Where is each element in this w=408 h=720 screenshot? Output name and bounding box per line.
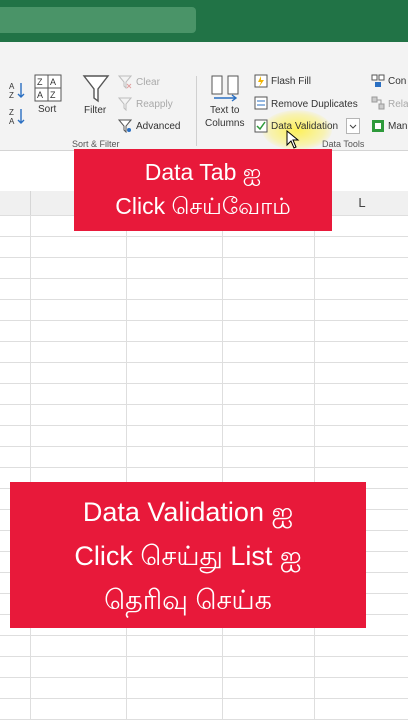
text-to-columns-icon[interactable] <box>210 74 240 107</box>
grid-column-line <box>30 215 31 720</box>
consolidate-icon <box>371 74 385 93</box>
consolidate-button-partial[interactable]: Con <box>388 76 406 87</box>
grid-row-line <box>0 320 408 321</box>
grid-row-line <box>0 383 408 384</box>
grid-row-line <box>0 299 408 300</box>
svg-text:A: A <box>9 117 15 126</box>
flash-fill-button[interactable]: Flash Fill <box>271 76 311 87</box>
sort-button[interactable]: Sort <box>38 104 56 115</box>
ribbon-divider <box>196 76 197 146</box>
svg-text:Z: Z <box>9 108 14 117</box>
flash-fill-icon <box>254 74 268 93</box>
grid-column-line <box>314 215 315 720</box>
manage-data-model-icon <box>371 119 385 138</box>
title-bar <box>0 0 408 42</box>
banner-bottom-line-1: Data Validation ஐ <box>82 497 294 527</box>
sort-ascending-icon[interactable]: AZ <box>8 80 26 105</box>
filter-icon[interactable] <box>82 74 110 109</box>
svg-text:Z: Z <box>37 77 43 87</box>
grid-column-line <box>222 215 223 720</box>
remove-duplicates-icon <box>254 96 268 115</box>
data-validation-button[interactable]: Data Validation <box>271 121 338 132</box>
banner-top-line-1: Data Tab ஐ <box>144 159 262 185</box>
svg-text:Z: Z <box>9 91 14 100</box>
svg-text:Z: Z <box>50 90 56 100</box>
reapply-filter-icon <box>117 97 133 116</box>
search-box[interactable] <box>0 7 196 33</box>
filter-button[interactable]: Filter <box>84 105 106 116</box>
data-validation-icon <box>254 119 268 138</box>
manage-data-model-button-partial[interactable]: Man <box>388 121 407 132</box>
grid-row-line <box>0 467 408 468</box>
banner-bottom-line-3: தெரிவு செய்க <box>104 585 272 615</box>
grid-row-line <box>0 677 408 678</box>
instruction-banner-bottom: Data Validation ஐ Click செய்து List ஐ தெ… <box>10 482 366 628</box>
sort-filter-group-label: Sort & Filter <box>72 139 120 149</box>
sort-descending-icon[interactable]: ZA <box>8 106 26 131</box>
data-tools-group-label: Data Tools <box>322 139 365 149</box>
grid-row-line <box>0 446 408 447</box>
relationships-icon <box>371 96 385 115</box>
remove-duplicates-button[interactable]: Remove Duplicates <box>271 99 358 110</box>
banner-top-line-2: Click செய்வோம் <box>115 193 291 219</box>
svg-text:A: A <box>37 90 43 100</box>
reapply-button[interactable]: Reapply <box>136 99 173 110</box>
grid-row-line <box>0 236 408 237</box>
advanced-filter-icon <box>117 119 133 138</box>
clear-filter-icon <box>117 75 133 94</box>
grid-row-line <box>0 257 408 258</box>
grid-row-line <box>0 341 408 342</box>
grid-row-line <box>0 656 408 657</box>
grid-row-line <box>0 404 408 405</box>
grid-row-line <box>0 635 408 636</box>
data-validation-dropdown-icon[interactable] <box>346 118 360 139</box>
svg-text:A: A <box>50 77 56 87</box>
grid-row-line <box>0 362 408 363</box>
grid-column-line <box>126 215 127 720</box>
svg-text:A: A <box>9 82 15 91</box>
grid-row-line <box>0 278 408 279</box>
relationships-button-partial[interactable]: Rela <box>388 99 408 110</box>
advanced-button[interactable]: Advanced <box>136 121 180 132</box>
banner-bottom-line-2: Click செய்து List ஐ <box>74 541 302 571</box>
clear-button[interactable]: Clear <box>136 77 160 88</box>
sort-icon[interactable]: ZAAZ <box>34 74 62 107</box>
instruction-banner-top: Data Tab ஐ Click செய்வோம் <box>74 149 332 231</box>
text-to-columns-label-2[interactable]: Columns <box>205 118 244 129</box>
grid-row-line <box>0 425 408 426</box>
text-to-columns-label-1[interactable]: Text to <box>210 105 239 116</box>
grid-row-line <box>0 698 408 699</box>
